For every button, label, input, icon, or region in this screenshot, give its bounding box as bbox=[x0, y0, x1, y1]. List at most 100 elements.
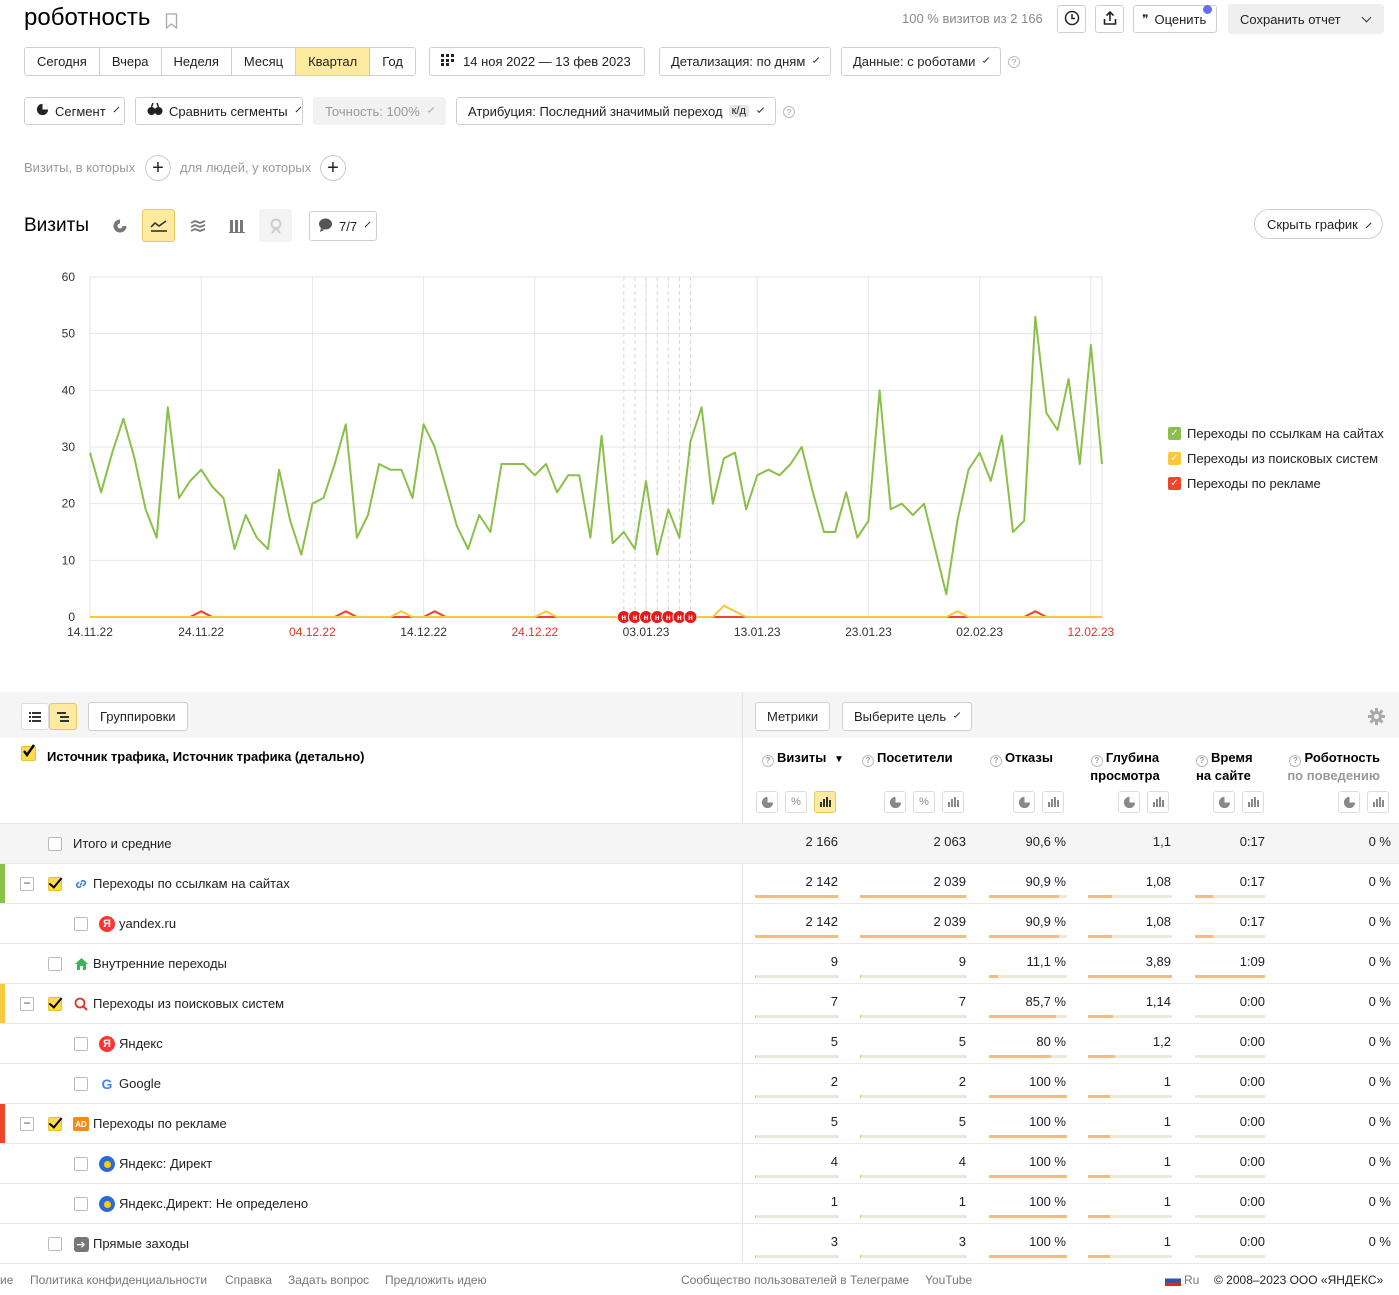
collapse-button[interactable]: − bbox=[20, 877, 34, 891]
row-label[interactable]: Яндекс bbox=[119, 1036, 163, 1051]
add-visit-condition-button[interactable]: + bbox=[145, 155, 171, 181]
table-row[interactable]: − Переходы из поисковых систем 7 7 85,7 % 1,1… bbox=[0, 983, 1399, 1024]
tree-view-button[interactable] bbox=[49, 703, 77, 730]
table-row[interactable]: G Google 2 2 100 % 1 0:00 0 % bbox=[0, 1063, 1399, 1103]
period-quarter[interactable]: Квартал bbox=[296, 48, 371, 75]
groupings-button[interactable]: Группировки bbox=[88, 702, 188, 731]
bar-view-icon[interactable] bbox=[942, 791, 964, 813]
data-dropdown[interactable]: Данные: с роботами bbox=[841, 47, 1001, 76]
attribution-dropdown[interactable]: Атрибуция: Последний значимый переход к/… bbox=[456, 97, 776, 125]
bar-view-icon[interactable] bbox=[1042, 791, 1064, 813]
percent-view-icon[interactable]: % bbox=[913, 791, 935, 813]
footer-telegram-link[interactable]: Сообщество пользователей в Телеграме bbox=[681, 1273, 909, 1287]
totals-row[interactable]: Итого и средние 2 166 2 063 90,6 % 1,1 0:17 0 … bbox=[0, 823, 1399, 863]
collapse-button[interactable]: − bbox=[20, 997, 34, 1011]
flat-view-button[interactable] bbox=[21, 703, 49, 730]
column-robotness[interactable]: ? Роботность по поведению bbox=[1280, 749, 1380, 784]
period-today[interactable]: Сегодня bbox=[25, 48, 100, 75]
rate-button[interactable]: ❞ Оценить bbox=[1133, 5, 1217, 33]
row-label[interactable]: Внутренние переходы bbox=[93, 956, 227, 971]
collapse-button[interactable]: − bbox=[20, 1117, 34, 1131]
bar-view-icon[interactable] bbox=[1242, 791, 1264, 813]
pie-view-icon[interactable] bbox=[1213, 791, 1235, 813]
row-checkbox[interactable] bbox=[48, 837, 62, 851]
bar-view-icon[interactable] bbox=[1367, 791, 1389, 813]
column-time[interactable]: ? Время на сайте bbox=[1196, 749, 1256, 784]
period-week[interactable]: Неделя bbox=[162, 48, 232, 75]
pie-view-icon[interactable] bbox=[1118, 791, 1140, 813]
row-label[interactable]: Яндекс: Директ bbox=[119, 1156, 212, 1171]
row-checkbox[interactable] bbox=[74, 1157, 88, 1171]
goal-dropdown[interactable]: Выберите цель bbox=[842, 702, 972, 731]
row-checkbox[interactable] bbox=[48, 1237, 62, 1251]
metrics-button[interactable]: Метрики bbox=[755, 702, 831, 731]
table-row[interactable]: Яyandex.ru 2 142 2 039 90,9 % 1,08 0:17 0 % bbox=[0, 903, 1399, 943]
accuracy-dropdown[interactable]: Точность: 100% bbox=[313, 97, 446, 125]
row-checkbox[interactable] bbox=[48, 997, 62, 1011]
period-yesterday[interactable]: Вчера bbox=[100, 48, 162, 75]
row-checkbox[interactable] bbox=[48, 957, 62, 971]
dimension-checkbox[interactable] bbox=[21, 744, 36, 761]
row-label[interactable]: Переходы по рекламе bbox=[93, 1116, 227, 1131]
export-button[interactable] bbox=[1095, 5, 1124, 33]
help-icon[interactable]: ? bbox=[783, 106, 795, 118]
map-view-button[interactable] bbox=[259, 209, 292, 242]
language-switch[interactable]: Ru bbox=[1184, 1273, 1199, 1287]
table-row[interactable]: Внутренние переходы 9 9 11,1 % 3,89 1:09 0 % bbox=[0, 943, 1399, 983]
footer-youtube-link[interactable]: YouTube bbox=[925, 1273, 972, 1287]
bookmark-icon[interactable] bbox=[165, 13, 178, 30]
period-year[interactable]: Год bbox=[370, 48, 415, 75]
legend-item-search[interactable]: ✓ Переходы из поисковых систем bbox=[1168, 451, 1378, 466]
save-report-button[interactable]: Сохранить отчет bbox=[1228, 4, 1384, 34]
column-bounces[interactable]: ? Отказы bbox=[990, 749, 1053, 767]
hide-chart-button[interactable]: Скрыть график bbox=[1254, 209, 1383, 239]
bar-chart-view-button[interactable] bbox=[220, 209, 253, 242]
legend-item-links[interactable]: ✓ Переходы по ссылкам на сайтах bbox=[1168, 426, 1384, 441]
row-label[interactable]: Google bbox=[119, 1076, 161, 1091]
bar-view-icon[interactable] bbox=[1147, 791, 1169, 813]
compare-segments-dropdown[interactable]: Сравнить сегменты bbox=[135, 97, 303, 125]
footer-suggest-link[interactable]: Предложить идею bbox=[385, 1273, 487, 1287]
row-checkbox[interactable] bbox=[74, 1197, 88, 1211]
row-checkbox[interactable] bbox=[48, 877, 62, 891]
row-label[interactable]: yandex.ru bbox=[119, 916, 176, 931]
segment-dropdown[interactable]: Сегмент bbox=[24, 97, 125, 125]
pie-view-icon[interactable] bbox=[1338, 791, 1360, 813]
period-month[interactable]: Месяц bbox=[232, 48, 297, 75]
row-checkbox[interactable] bbox=[48, 1117, 62, 1131]
row-label[interactable]: Переходы по ссылкам на сайтах bbox=[93, 876, 290, 891]
column-visits[interactable]: ? Визиты ▼ bbox=[762, 749, 844, 768]
settings-gear-icon[interactable] bbox=[1368, 708, 1385, 725]
row-label[interactable]: Переходы из поисковых систем bbox=[93, 996, 284, 1011]
pie-chart-view-button[interactable] bbox=[103, 209, 136, 242]
legend-item-ads[interactable]: ✓ Переходы по рекламе bbox=[1168, 476, 1321, 491]
annotations-dropdown[interactable]: 7/7 bbox=[309, 211, 377, 241]
footer-help-link[interactable]: Справка bbox=[225, 1273, 272, 1287]
row-label[interactable]: Яндекс.Директ: Не определено bbox=[119, 1196, 308, 1211]
table-row[interactable]: Яндекс: Директ 4 4 100 % 1 0:00 0 % bbox=[0, 1143, 1399, 1183]
percent-view-icon[interactable]: % bbox=[785, 791, 807, 813]
footer-truncated-link[interactable]: ие bbox=[0, 1273, 13, 1287]
line-chart-view-button[interactable] bbox=[142, 209, 175, 242]
table-row[interactable]: ➔ Прямые заходы 3 3 100 % 1 0:00 0 % bbox=[0, 1223, 1399, 1263]
row-checkbox[interactable] bbox=[74, 1037, 88, 1051]
row-checkbox[interactable] bbox=[74, 1077, 88, 1091]
bar-view-icon[interactable] bbox=[814, 791, 836, 813]
table-row[interactable]: − Переходы по ссылкам на сайтах 2 142 2 039… bbox=[0, 863, 1399, 904]
column-depth[interactable]: ? Глубина просмотра bbox=[1090, 749, 1160, 784]
column-visitors[interactable]: ? Посетители bbox=[862, 749, 953, 767]
footer-ask-link[interactable]: Задать вопрос bbox=[288, 1273, 369, 1287]
table-row[interactable]: Яндекс.Директ: Не определено 1 1 100 % 1 0:00… bbox=[0, 1183, 1399, 1223]
help-icon[interactable]: ? bbox=[1008, 56, 1020, 68]
row-checkbox[interactable] bbox=[74, 917, 88, 931]
table-row[interactable]: Я Яндекс 5 5 80 % 1,2 0:00 0 % bbox=[0, 1023, 1399, 1063]
pie-view-icon[interactable] bbox=[756, 791, 778, 813]
footer-privacy-link[interactable]: Политика конфиденциальности bbox=[30, 1273, 207, 1287]
area-chart-view-button[interactable] bbox=[181, 209, 214, 242]
pie-view-icon[interactable] bbox=[884, 791, 906, 813]
detail-dropdown[interactable]: Детализация: по дням bbox=[659, 47, 831, 76]
date-range-picker[interactable]: 14 ноя 2022 — 13 фев 2023 bbox=[429, 47, 645, 76]
history-button[interactable] bbox=[1057, 5, 1086, 33]
row-label[interactable]: Прямые заходы bbox=[93, 1236, 189, 1251]
add-people-condition-button[interactable]: + bbox=[320, 155, 346, 181]
